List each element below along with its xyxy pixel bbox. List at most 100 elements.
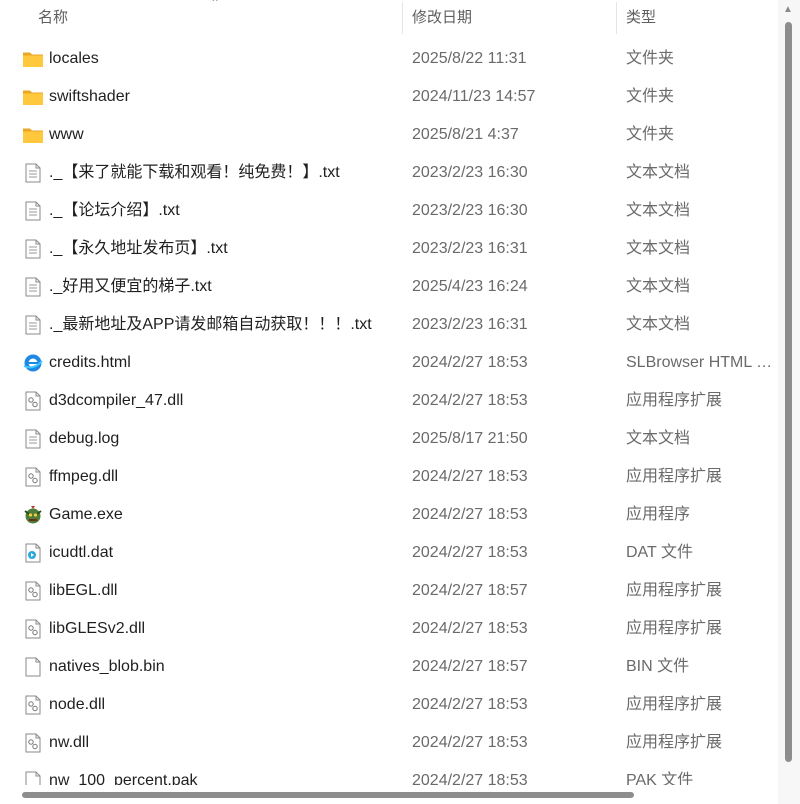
file-modified-date: 2024/2/27 18:57 — [412, 658, 528, 675]
file-type: 文本文档 — [626, 240, 691, 257]
file-row[interactable]: ._【论坛介绍】.txt 2023/2/23 16:30 文本文档 — [0, 192, 778, 230]
horizontal-scrollbar-thumb[interactable] — [22, 792, 634, 798]
dll-file-icon — [22, 619, 44, 639]
file-name: ffmpeg.dll — [49, 468, 119, 485]
scrollbar-corner — [778, 786, 800, 804]
file-modified-date: 2025/8/22 11:31 — [412, 50, 527, 67]
file-row[interactable]: Game.exe 2024/2/27 18:53 应用程序 — [0, 496, 778, 534]
file-modified-date: 2025/8/17 21:50 — [412, 430, 528, 447]
file-modified-date: 2023/2/23 16:30 — [412, 164, 528, 181]
text-file-icon — [22, 315, 44, 335]
file-type: 文本文档 — [626, 202, 691, 219]
file-modified-date: 2024/2/27 18:53 — [412, 772, 528, 785]
file-type: PAK 文件 — [626, 772, 694, 785]
file-modified-date: 2025/4/23 16:24 — [412, 278, 528, 295]
file-modified-date: 2024/11/23 14:57 — [412, 88, 536, 105]
file-modified-date: 2024/2/27 18:53 — [412, 734, 528, 751]
dll-file-icon — [22, 581, 44, 601]
file-row[interactable]: libEGL.dll 2024/2/27 18:57 应用程序扩展 — [0, 572, 778, 610]
text-file-icon — [22, 163, 44, 183]
blank-file-icon — [22, 657, 44, 677]
file-modified-date: 2025/8/21 4:37 — [412, 126, 519, 143]
file-type: 文本文档 — [626, 316, 691, 333]
file-row[interactable]: libGLESv2.dll 2024/2/27 18:53 应用程序扩展 — [0, 610, 778, 648]
file-type: 应用程序扩展 — [626, 620, 723, 637]
file-name: nw_100_percent.pak — [49, 772, 198, 785]
file-type: BIN 文件 — [626, 658, 690, 675]
text-file-icon — [22, 201, 44, 221]
file-name: icudtl.dat — [49, 544, 114, 561]
file-row[interactable]: nw_100_percent.pak 2024/2/27 18:53 PAK 文件 — [0, 762, 778, 785]
folder-icon — [22, 87, 44, 107]
file-name: credits.html — [49, 354, 131, 371]
file-row[interactable]: ._最新地址及APP请发邮箱自动获取！！！.txt 2023/2/23 16:31… — [0, 306, 778, 344]
file-name: ._最新地址及APP请发邮箱自动获取！！！.txt — [49, 316, 372, 333]
file-row[interactable]: credits.html 2024/2/27 18:53 SLBrowser HTM… — [0, 344, 778, 382]
file-name: libEGL.dll — [49, 582, 118, 599]
file-type: 应用程序扩展 — [626, 582, 723, 599]
folder-icon — [22, 125, 44, 145]
file-row[interactable]: ._【永久地址发布页】.txt 2023/2/23 16:31 文本文档 — [0, 230, 778, 268]
file-modified-date: 2024/2/27 18:53 — [412, 392, 528, 409]
column-divider[interactable] — [402, 2, 403, 34]
file-type: 文件夹 — [626, 126, 675, 143]
text-file-icon — [22, 429, 44, 449]
game-exe-icon — [22, 505, 44, 525]
file-modified-date: 2024/2/27 18:53 — [412, 506, 528, 523]
file-type: 应用程序扩展 — [626, 392, 723, 409]
file-row[interactable]: nw.dll 2024/2/27 18:53 应用程序扩展 — [0, 724, 778, 762]
dll-file-icon — [22, 695, 44, 715]
horizontal-scrollbar[interactable] — [0, 786, 778, 804]
file-row[interactable]: ._好用又便宜的梯子.txt 2025/4/23 16:24 文本文档 — [0, 268, 778, 306]
file-modified-date: 2024/2/27 18:53 — [412, 354, 528, 371]
file-type: 文本文档 — [626, 278, 691, 295]
file-row[interactable]: icudtl.dat 2024/2/27 18:53 DAT 文件 — [0, 534, 778, 572]
file-row[interactable]: locales 2025/8/22 11:31 文件夹 — [0, 40, 778, 78]
file-list: locales 2025/8/22 11:31 文件夹 swiftshader 2024… — [0, 40, 778, 785]
column-header-type[interactable]: 类型 — [626, 0, 656, 36]
file-type: 应用程序扩展 — [626, 734, 723, 751]
file-row[interactable]: debug.log 2025/8/17 21:50 文本文档 — [0, 420, 778, 458]
file-type: SLBrowser HTML D... — [626, 354, 778, 371]
file-type: 文本文档 — [626, 430, 691, 447]
file-name: ._【来了就能下载和观看！纯免费！】.txt — [49, 164, 340, 181]
vertical-scrollbar-thumb[interactable] — [785, 22, 792, 762]
text-file-icon — [22, 239, 44, 259]
file-type: DAT 文件 — [626, 544, 693, 561]
file-modified-date: 2023/2/23 16:30 — [412, 202, 528, 219]
file-name: libGLESv2.dll — [49, 620, 146, 637]
browser-icon — [22, 353, 44, 373]
scroll-up-icon[interactable]: ▲ — [783, 4, 793, 15]
file-name: ._【永久地址发布页】.txt — [49, 240, 228, 257]
file-row[interactable]: www 2025/8/21 4:37 文件夹 — [0, 116, 778, 154]
file-row[interactable]: natives_blob.bin 2024/2/27 18:57 BIN 文件 — [0, 648, 778, 686]
file-row[interactable]: swiftshader 2024/11/23 14:57 文件夹 — [0, 78, 778, 116]
file-row[interactable]: d3dcompiler_47.dll 2024/2/27 18:53 应用程序扩展 — [0, 382, 778, 420]
file-name: node.dll — [49, 696, 106, 713]
file-row[interactable]: ffmpeg.dll 2024/2/27 18:53 应用程序扩展 — [0, 458, 778, 496]
file-name: nw.dll — [49, 734, 90, 751]
folder-icon — [22, 49, 44, 69]
file-name: Game.exe — [49, 506, 123, 523]
file-name: ._好用又便宜的梯子.txt — [49, 278, 212, 295]
column-header-date[interactable]: 修改日期 — [412, 0, 472, 36]
file-modified-date: 2024/2/27 18:53 — [412, 620, 528, 637]
file-modified-date: 2023/2/23 16:31 — [412, 316, 528, 333]
file-name: ._【论坛介绍】.txt — [49, 202, 180, 219]
file-type: 应用程序扩展 — [626, 696, 723, 713]
file-name: debug.log — [49, 430, 120, 447]
file-modified-date: 2023/2/23 16:31 — [412, 240, 528, 257]
file-type: 应用程序 — [626, 506, 691, 523]
column-header-name[interactable]: 名称 — [38, 0, 68, 36]
file-row[interactable]: ._【来了就能下载和观看！纯免费！】.txt 2023/2/23 16:30 文本文… — [0, 154, 778, 192]
blank-file-icon — [22, 771, 44, 785]
file-type: 文件夹 — [626, 88, 675, 105]
sort-ascending-icon: ⌃ — [210, 0, 221, 10]
file-modified-date: 2024/2/27 18:53 — [412, 544, 528, 561]
column-divider[interactable] — [616, 2, 617, 34]
column-header: ⌃ 名称 修改日期 类型 — [0, 0, 778, 36]
file-name: natives_blob.bin — [49, 658, 165, 675]
file-row[interactable]: node.dll 2024/2/27 18:53 应用程序扩展 — [0, 686, 778, 724]
file-modified-date: 2024/2/27 18:53 — [412, 468, 528, 485]
file-modified-date: 2024/2/27 18:53 — [412, 696, 528, 713]
